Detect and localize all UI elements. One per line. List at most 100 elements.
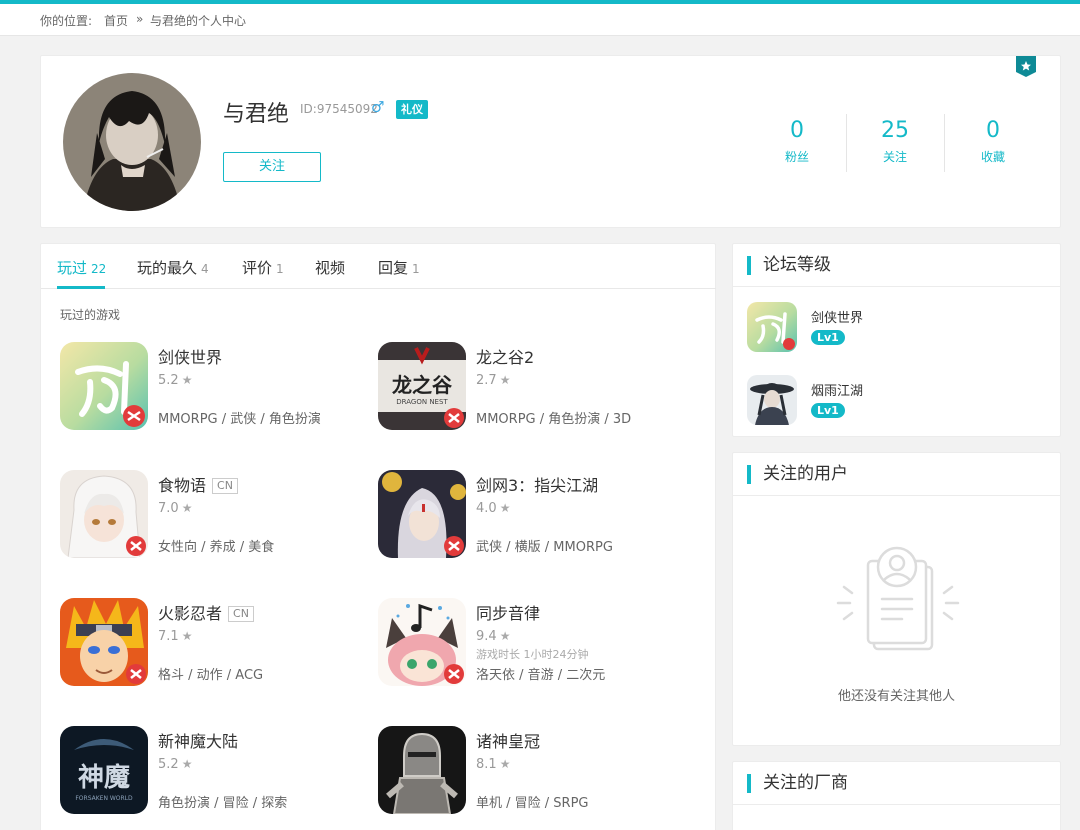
game-name-text: 火影忍者: [158, 604, 223, 623]
game-card[interactable]: 神魔 FORSAKEN WORLD 新神魔大陆 5.2 ★ 角色扮演 / 冒险 /…: [60, 726, 360, 818]
profile-name: 与君绝: [223, 102, 290, 127]
etiquette-badge: 礼仪: [396, 100, 428, 119]
stat-favorites[interactable]: 0 收藏: [944, 118, 1042, 165]
game-tags: 武侠 / 横版 / MMORPG: [476, 540, 613, 555]
tab-played-longest[interactable]: 玩的最久 4: [137, 257, 209, 278]
tab-count: 1: [276, 262, 284, 276]
profile-card: 与君绝 ID:97545092 ♂ 礼仪 关注 0 粉丝 25 关注 0 收藏: [40, 55, 1061, 228]
game-name-text: 食物语: [158, 476, 207, 495]
game-card[interactable]: 火影忍者 CN 7.1 ★ 格斗 / 动作 / ACG: [60, 598, 360, 690]
game-name-text: 剑网3：指尖江湖: [476, 476, 599, 495]
game-card[interactable]: 龙之谷 DRAGON NEST 龙之谷2 2.7 ★ MMORPG / 角色扮演 …: [378, 342, 678, 434]
avatar[interactable]: [63, 73, 201, 211]
stat-following[interactable]: 25 关注: [846, 118, 944, 165]
followed-users-card: 关注的用户 他还没有关注其他人: [732, 452, 1061, 746]
game-name[interactable]: 同步音律: [476, 600, 540, 624]
game-icon[interactable]: [60, 342, 148, 430]
game-icon[interactable]: 龙之谷 DRAGON NEST: [378, 342, 466, 430]
stat-fans-label: 粉丝: [784, 150, 809, 164]
game-tags: 单机 / 冒险 / SRPG: [476, 796, 589, 811]
game-card[interactable]: 剑网3：指尖江湖 4.0 ★ 武侠 / 横版 / MMORPG: [378, 470, 678, 562]
tab-count: 4: [201, 262, 209, 276]
star-icon: ★: [499, 757, 511, 771]
game-icon[interactable]: [747, 302, 797, 352]
forum-level-game-name: 烟雨江湖: [811, 384, 864, 399]
rating-value: 7.0: [158, 501, 179, 516]
game-icon[interactable]: [747, 375, 797, 425]
stat-following-value: 25: [881, 118, 909, 143]
followed-vendors-card: 关注的厂商: [732, 761, 1061, 830]
game-icon[interactable]: [378, 598, 466, 686]
tab-reviews[interactable]: 评价 1: [242, 257, 284, 278]
tab-label: 评价: [242, 259, 273, 277]
forum-level-item[interactable]: 剑侠世界 Lv1: [747, 302, 1047, 352]
game-name[interactable]: 新神魔大陆: [158, 728, 238, 752]
star-icon: ★: [181, 501, 193, 515]
game-card[interactable]: 剑侠世界 5.2 ★ MMORPG / 武侠 / 角色扮演: [60, 342, 360, 434]
game-name-text: 剑侠世界: [158, 348, 223, 367]
game-name[interactable]: 火影忍者 CN: [158, 600, 254, 624]
game-tags: 洛天依 / 音游 / 二次元: [476, 668, 606, 683]
breadcrumb-current: 与君绝的个人中心: [150, 14, 247, 28]
game-tags: MMORPG / 武侠 / 角色扮演: [158, 412, 321, 427]
game-tags: 角色扮演 / 冒险 / 探索: [158, 796, 288, 811]
rating-value: 9.4: [476, 629, 497, 644]
bookmark-ribbon-icon[interactable]: [1016, 56, 1036, 78]
play-time: 游戏时长 1小时24分钟: [476, 648, 589, 661]
game-icon[interactable]: 神魔 FORSAKEN WORLD: [60, 726, 148, 814]
breadcrumb-separator: »: [136, 12, 144, 26]
game-rating: 9.4 ★: [476, 629, 510, 644]
follow-button[interactable]: 关注: [223, 152, 321, 182]
star-icon: ★: [181, 373, 193, 387]
game-name[interactable]: 剑网3：指尖江湖: [476, 472, 598, 496]
section-title: 玩过的游戏: [60, 308, 121, 322]
forum-level-title: 论坛等级: [747, 256, 831, 275]
empty-users-text: 他还没有关注其他人: [837, 689, 955, 704]
game-icon[interactable]: [378, 726, 466, 814]
game-icon[interactable]: [60, 470, 148, 558]
game-name[interactable]: 剑侠世界: [158, 344, 222, 368]
game-icon[interactable]: [378, 470, 466, 558]
cn-badge: CN: [228, 606, 254, 622]
divider: [733, 804, 1060, 805]
game-name-text: 龙之谷2: [476, 348, 535, 367]
game-rating: 2.7 ★: [476, 373, 510, 388]
game-rating: 8.1 ★: [476, 757, 510, 772]
profile-id: ID:97545092: [300, 102, 378, 116]
cn-badge: CN: [212, 478, 238, 494]
tab-replies[interactable]: 回复 1: [378, 257, 420, 278]
rating-value: 5.2: [158, 757, 179, 772]
stat-following-label: 关注: [882, 150, 907, 164]
tab-label: 玩的最久: [137, 259, 198, 277]
tab-count: 1: [412, 262, 420, 276]
game-tags: 女性向 / 养成 / 美食: [158, 540, 275, 555]
forum-level-card: 论坛等级 剑侠世界 Lv1 烟雨江湖 Lv1: [732, 243, 1061, 437]
game-name-text: 同步音律: [476, 604, 541, 623]
icon-text: 龙之谷: [392, 373, 453, 397]
tab-label: 视频: [315, 259, 346, 277]
stat-fans[interactable]: 0 粉丝: [748, 118, 846, 165]
game-name[interactable]: 龙之谷2: [476, 344, 534, 368]
star-icon: ★: [499, 501, 511, 515]
game-tags: 格斗 / 动作 / ACG: [158, 668, 264, 683]
game-name[interactable]: 食物语 CN: [158, 472, 238, 496]
tab-played[interactable]: 玩过 22: [57, 257, 106, 278]
forum-level-item[interactable]: 烟雨江湖 Lv1: [747, 375, 1047, 425]
game-card[interactable]: 同步音律 9.4 ★ 游戏时长 1小时24分钟 洛天依 / 音游 / 二次元: [378, 598, 678, 690]
game-name[interactable]: 诸神皇冠: [476, 728, 540, 752]
rating-value: 4.0: [476, 501, 497, 516]
game-card[interactable]: 诸神皇冠 8.1 ★ 单机 / 冒险 / SRPG: [378, 726, 678, 818]
stat-favorites-value: 0: [986, 118, 1000, 143]
star-icon: ★: [181, 629, 193, 643]
game-name-text: 新神魔大陆: [158, 732, 239, 751]
breadcrumb-home-link[interactable]: 首页: [104, 12, 128, 29]
game-tags: MMORPG / 角色扮演 / 3D: [476, 412, 632, 427]
game-icon[interactable]: [60, 598, 148, 686]
icon-text: DRAGON NEST: [396, 398, 448, 406]
game-rating: 7.0 ★: [158, 501, 192, 516]
game-card[interactable]: 食物语 CN 7.0 ★ 女性向 / 养成 / 美食: [60, 470, 360, 562]
tab-videos[interactable]: 视频: [315, 257, 345, 278]
tab-count: 22: [91, 262, 107, 276]
stat-favorites-label: 收藏: [980, 150, 1005, 164]
male-icon: ♂: [371, 98, 385, 116]
